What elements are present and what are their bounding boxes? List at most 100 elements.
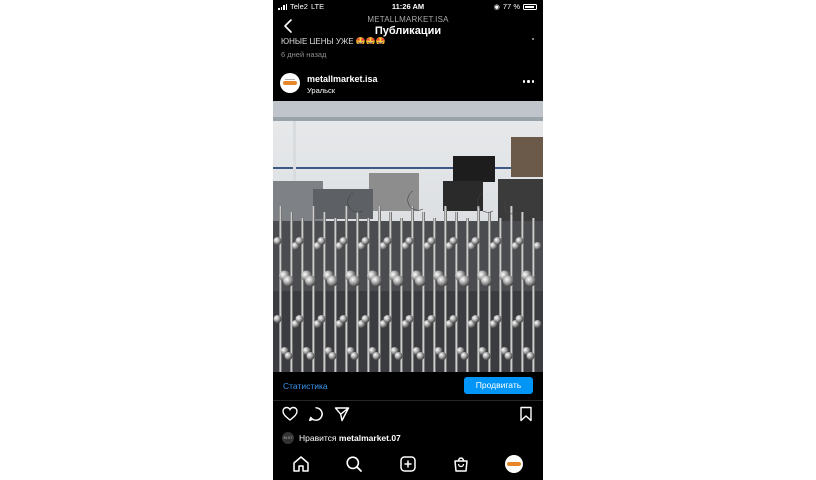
railing-ball — [449, 237, 458, 245]
promote-button[interactable]: Продвигать — [464, 377, 533, 394]
railing-post — [422, 212, 425, 372]
railing-post — [279, 206, 282, 372]
railing-ball — [350, 352, 359, 360]
bottom-tab-bar — [273, 448, 543, 480]
railing-ball — [295, 315, 304, 323]
railing-ball — [383, 237, 392, 245]
railing-ball — [493, 237, 502, 245]
railing-post — [411, 206, 414, 372]
railing-ball — [482, 352, 491, 360]
battery-icon — [523, 3, 537, 10]
railing-ball — [327, 275, 338, 287]
railing-post — [356, 212, 359, 372]
comment-icon[interactable] — [308, 406, 324, 422]
like-heart-icon[interactable] — [282, 406, 298, 422]
railing-ball — [317, 237, 326, 245]
railing-ball — [306, 352, 315, 360]
railing-post — [389, 212, 392, 372]
railing-ball — [273, 315, 282, 323]
railing-ball — [459, 275, 470, 287]
railing-ball — [471, 315, 480, 323]
railing-ball — [317, 315, 326, 323]
more-options-icon[interactable] — [522, 80, 534, 83]
statistics-link[interactable]: Статистика — [283, 381, 328, 391]
railing-ball — [283, 275, 294, 287]
page-title: Публикации — [374, 25, 442, 37]
railing-post — [290, 212, 293, 372]
phone-screen: Tele2 LTE 11:26 AM ◉ 77 % METALLMARKET.I… — [273, 0, 543, 480]
search-icon[interactable] — [345, 455, 363, 473]
railing-ball — [481, 275, 492, 287]
railing-post — [378, 206, 381, 372]
likes-prefix: Нравится — [299, 433, 337, 443]
railing-ball — [383, 315, 392, 323]
railing-ball — [328, 352, 337, 360]
railing-ball — [339, 315, 348, 323]
railing-ball — [339, 237, 348, 245]
railing-post — [400, 218, 403, 372]
railing-ball — [372, 352, 381, 360]
railing-post — [488, 212, 491, 372]
share-send-icon[interactable] — [334, 406, 350, 422]
shop-bag-icon[interactable] — [452, 455, 470, 473]
railing-post — [466, 218, 469, 372]
railing-post — [510, 206, 513, 372]
previous-post-time: 6 дней назад — [281, 50, 327, 59]
railing-ball — [503, 275, 514, 287]
divider — [273, 400, 543, 401]
railing-ball — [515, 237, 524, 245]
add-post-icon[interactable] — [399, 455, 417, 473]
railing-ball — [533, 320, 542, 328]
account-subtitle: METALLMARKET.ISA — [367, 15, 449, 24]
railing-post — [455, 212, 458, 372]
railing-ball — [284, 352, 293, 360]
liked-by-username[interactable]: metalmarket.07 — [339, 433, 401, 443]
status-bar: Tele2 LTE 11:26 AM ◉ 77 % — [273, 0, 543, 13]
railing-ball — [437, 275, 448, 287]
profile-avatar[interactable] — [505, 455, 523, 473]
railing-post — [312, 206, 315, 372]
railing-ball — [504, 352, 513, 360]
railing-ball — [295, 237, 304, 245]
railing-ball — [526, 352, 535, 360]
previous-post-dot — [532, 38, 534, 40]
railing-ball — [438, 352, 447, 360]
railing-ball — [349, 275, 360, 287]
railing-ball — [471, 237, 480, 245]
liker-avatar[interactable]: M.07 — [282, 432, 294, 444]
likes-text[interactable]: Нравится metalmarket.07 — [299, 433, 401, 443]
save-bookmark-icon[interactable] — [518, 406, 534, 422]
post-photo[interactable] — [273, 101, 543, 372]
railing-post — [323, 212, 326, 372]
post-author-avatar[interactable] — [280, 73, 300, 93]
railing-ball — [427, 315, 436, 323]
railing-post — [345, 206, 348, 372]
railing-ball — [361, 315, 370, 323]
railing-ball — [361, 237, 370, 245]
orientation-lock-icon: ◉ — [493, 3, 500, 11]
railing-post — [444, 206, 447, 372]
railing-post — [521, 212, 524, 372]
railing-post — [477, 206, 480, 372]
battery-percent: 77 % — [502, 2, 520, 11]
home-icon[interactable] — [292, 455, 310, 473]
railing-ball — [460, 352, 469, 360]
railing-ball — [493, 315, 502, 323]
railing-post — [334, 218, 337, 372]
previous-post-caption: ЮНЫЕ ЦЕНЫ УЖЕ 🤩🤩🤩 — [281, 37, 386, 44]
post-location[interactable]: Уральск — [307, 86, 335, 95]
railing-ball — [427, 237, 436, 245]
railing-ball — [515, 315, 524, 323]
post-author-username[interactable]: metallmarket.isa — [307, 74, 378, 84]
railing-ball — [525, 275, 536, 287]
railing-ball — [393, 275, 404, 287]
railing-ball — [305, 275, 316, 287]
railing-ball — [416, 352, 425, 360]
railing-ball — [449, 315, 458, 323]
railing-ball — [415, 275, 426, 287]
railing-post — [532, 218, 535, 372]
railing-ball — [405, 237, 414, 245]
railing-ball — [394, 352, 403, 360]
railing-ball — [273, 237, 282, 245]
railing-ball — [371, 275, 382, 287]
